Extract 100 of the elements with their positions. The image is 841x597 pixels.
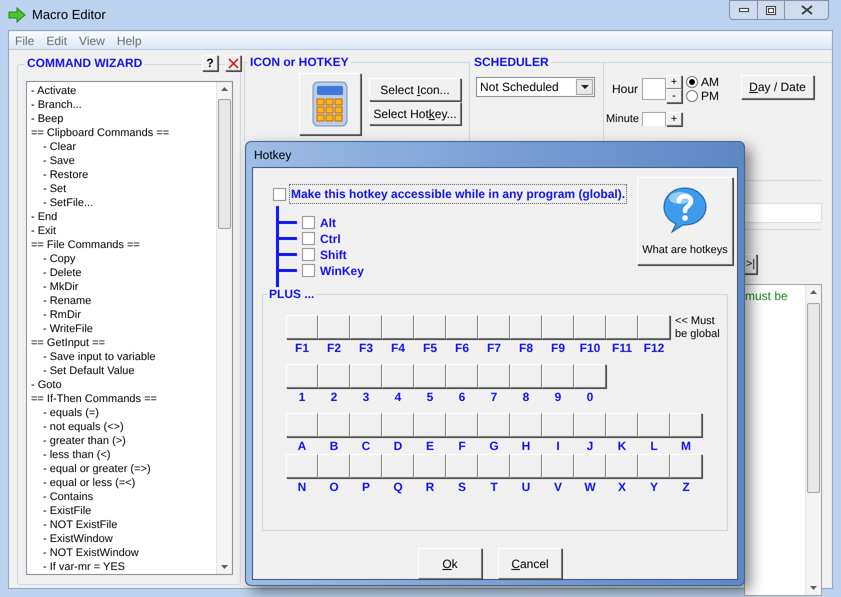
list-item[interactable]: - Save xyxy=(27,154,216,168)
list-item[interactable]: == Clipboard Commands == xyxy=(27,126,216,140)
key-button[interactable] xyxy=(574,364,606,388)
key-button[interactable] xyxy=(446,413,478,437)
key-button[interactable] xyxy=(478,364,510,388)
list-item[interactable]: - Goto xyxy=(27,378,216,392)
list-item[interactable]: - equal or less (=<) xyxy=(27,476,216,490)
key-button[interactable] xyxy=(542,413,574,437)
increment-button[interactable]: + xyxy=(666,112,682,126)
menu-item[interactable]: View xyxy=(79,32,105,50)
key-button[interactable] xyxy=(510,413,542,437)
menu-item[interactable]: File xyxy=(15,32,34,50)
end-button[interactable]: >| xyxy=(744,254,757,274)
key-button[interactable] xyxy=(350,315,382,339)
key-button[interactable] xyxy=(478,454,510,478)
dialog-button[interactable]: Cancel xyxy=(498,548,562,579)
key-button[interactable] xyxy=(414,364,446,388)
scrollbar[interactable] xyxy=(805,285,821,595)
checkbox-label[interactable]: WinKey xyxy=(320,262,364,280)
list-item[interactable]: - SetFile... xyxy=(27,196,216,210)
list-item[interactable]: - Set xyxy=(27,182,216,196)
key-button[interactable] xyxy=(286,364,318,388)
key-button[interactable] xyxy=(350,364,382,388)
list-item[interactable]: == File Commands == xyxy=(27,238,216,252)
checkbox[interactable] xyxy=(302,264,315,277)
command-list[interactable] xyxy=(26,81,233,575)
key-button[interactable] xyxy=(510,364,542,388)
list-item[interactable]: - Set Default Value xyxy=(27,364,216,378)
list-item[interactable]: - RmDir xyxy=(27,308,216,322)
minimize-button[interactable] xyxy=(729,0,758,20)
checkbox-label[interactable]: Make this hotkey accessible while in any program (global). xyxy=(289,184,628,204)
icon-button[interactable] xyxy=(299,73,361,135)
key-button[interactable] xyxy=(638,454,670,478)
help-button[interactable]: ? xyxy=(202,55,218,71)
list-item[interactable]: - Branch... xyxy=(27,98,216,112)
list-item[interactable]: - NOT ExistFile xyxy=(27,518,216,532)
checkbox[interactable] xyxy=(302,248,315,261)
key-button[interactable] xyxy=(670,454,702,478)
checkbox-label[interactable]: Alt xyxy=(320,214,336,232)
scroll-down-icon[interactable] xyxy=(810,586,817,590)
scroll-up-icon[interactable] xyxy=(810,290,817,294)
menu-item[interactable]: Help xyxy=(116,32,142,50)
list-item[interactable]: - Contains xyxy=(27,490,216,504)
list-item[interactable]: - NOT ExistWindow xyxy=(27,546,216,560)
checkbox[interactable] xyxy=(302,216,315,229)
text-editor[interactable]: must be xyxy=(744,284,822,596)
list-item[interactable]: - If var-mr = YES xyxy=(27,560,216,574)
checkbox-label[interactable]: Ctrl xyxy=(320,230,341,248)
key-button[interactable] xyxy=(606,315,638,339)
key-button[interactable] xyxy=(638,315,670,339)
key-button[interactable] xyxy=(542,454,574,478)
increment-button[interactable]: + xyxy=(666,75,682,89)
scroll-down-icon[interactable] xyxy=(221,565,228,569)
key-button[interactable] xyxy=(286,454,318,478)
key-button[interactable] xyxy=(382,413,414,437)
list-item[interactable]: == If-Then Commands == xyxy=(27,392,216,406)
key-button[interactable] xyxy=(478,413,510,437)
key-button[interactable] xyxy=(446,454,478,478)
key-button[interactable] xyxy=(510,315,542,339)
close-button[interactable] xyxy=(785,0,829,20)
key-button[interactable] xyxy=(382,315,414,339)
key-button[interactable] xyxy=(414,454,446,478)
checkbox[interactable] xyxy=(302,232,315,245)
key-button[interactable] xyxy=(350,454,382,478)
key-button[interactable] xyxy=(478,315,510,339)
scroll-up-icon[interactable] xyxy=(221,87,228,91)
decrement-button[interactable]: - xyxy=(666,89,682,103)
key-button[interactable] xyxy=(574,454,606,478)
key-button[interactable] xyxy=(382,364,414,388)
key-button[interactable] xyxy=(638,413,670,437)
key-button[interactable] xyxy=(542,364,574,388)
key-button[interactable] xyxy=(542,315,574,339)
checkbox[interactable] xyxy=(273,188,286,200)
key-button[interactable] xyxy=(606,454,638,478)
key-button[interactable] xyxy=(286,413,318,437)
schedule-select[interactable]: Not Scheduled xyxy=(476,77,595,97)
scroll-thumb[interactable] xyxy=(218,99,231,229)
list-item[interactable]: - greater than (>) xyxy=(27,434,216,448)
radio-button[interactable] xyxy=(686,76,698,88)
list-item[interactable]: - Clear xyxy=(27,140,216,154)
key-button[interactable] xyxy=(318,364,350,388)
key-button[interactable] xyxy=(606,413,638,437)
key-button[interactable] xyxy=(446,315,478,339)
list-item[interactable]: - Save input to variable xyxy=(27,350,216,364)
key-button[interactable] xyxy=(670,413,702,437)
select-button[interactable]: Select Hotkey... xyxy=(369,102,461,125)
list-item[interactable]: - less than (<) xyxy=(27,448,216,462)
list-item[interactable]: - MkDir xyxy=(27,280,216,294)
list-item[interactable]: - Delete xyxy=(27,266,216,280)
key-button[interactable] xyxy=(318,413,350,437)
key-button[interactable] xyxy=(574,413,606,437)
list-item[interactable]: - not equals (<>) xyxy=(27,420,216,434)
key-button[interactable] xyxy=(318,315,350,339)
maximize-button[interactable] xyxy=(758,0,785,20)
key-button[interactable] xyxy=(318,454,350,478)
key-button[interactable] xyxy=(382,454,414,478)
hour-field[interactable] xyxy=(642,78,666,100)
radio-button[interactable] xyxy=(686,90,698,102)
list-item[interactable]: - Restore xyxy=(27,168,216,182)
list-item[interactable]: - Rename xyxy=(27,294,216,308)
